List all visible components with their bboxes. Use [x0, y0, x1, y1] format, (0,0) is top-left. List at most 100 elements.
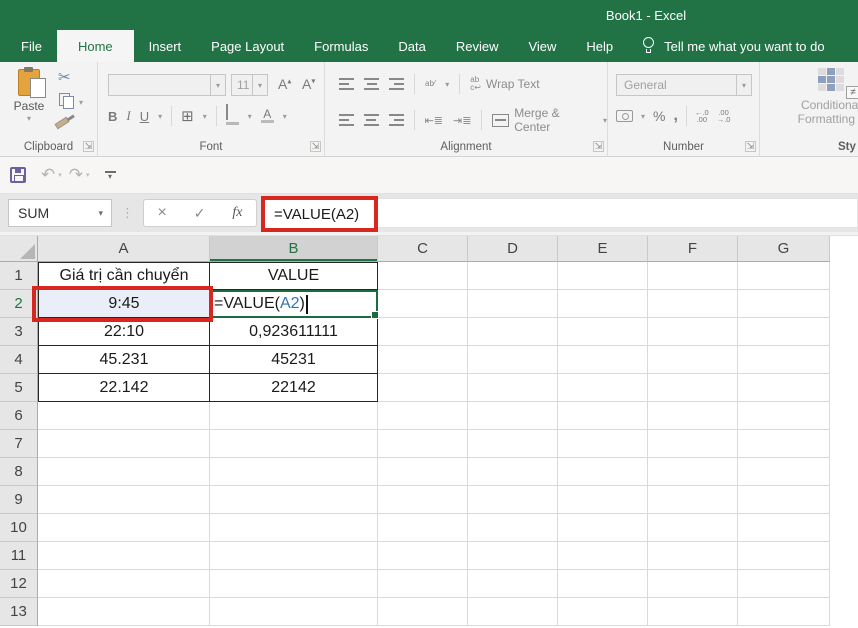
font-color-icon[interactable]: A [261, 109, 274, 123]
cell-F6[interactable] [648, 402, 738, 430]
fill-color-icon[interactable] [226, 107, 239, 125]
cell-A8[interactable] [38, 458, 210, 486]
cell-C5[interactable] [378, 374, 468, 402]
cell-D4[interactable] [468, 346, 558, 374]
cell-A1[interactable]: Giá trị cần chuyển [38, 262, 210, 290]
cell-B13[interactable] [210, 598, 378, 626]
cell-F13[interactable] [648, 598, 738, 626]
row-header-4[interactable]: 4 [0, 346, 38, 374]
align-top-icon[interactable] [339, 78, 354, 90]
cell-C2[interactable] [378, 290, 468, 318]
cell-G2[interactable] [738, 290, 830, 318]
cell-D13[interactable] [468, 598, 558, 626]
decrease-font-size-button[interactable]: A▾ [302, 76, 315, 92]
tab-review[interactable]: Review [441, 30, 514, 62]
cell-C10[interactable] [378, 514, 468, 542]
row-header-7[interactable]: 7 [0, 430, 38, 458]
accounting-format-icon[interactable] [616, 110, 633, 122]
tab-page-layout[interactable]: Page Layout [196, 30, 299, 62]
cell-C11[interactable] [378, 542, 468, 570]
cell-G5[interactable] [738, 374, 830, 402]
cell-C12[interactable] [378, 570, 468, 598]
percent-style-button[interactable]: % [653, 108, 665, 124]
cell-D3[interactable] [468, 318, 558, 346]
format-painter-icon[interactable] [54, 117, 69, 130]
comma-style-button[interactable]: , [673, 112, 677, 120]
cell-B7[interactable] [210, 430, 378, 458]
chevron-down-icon[interactable]: ▾ [445, 80, 449, 89]
cell-F11[interactable] [648, 542, 738, 570]
row-header-12[interactable]: 12 [0, 570, 38, 598]
cell-B2[interactable]: =VALUE(A2) [210, 290, 378, 318]
cell-B10[interactable] [210, 514, 378, 542]
cell-F1[interactable] [648, 262, 738, 290]
cell-A6[interactable] [38, 402, 210, 430]
cell-C3[interactable] [378, 318, 468, 346]
cell-G3[interactable] [738, 318, 830, 346]
cell-C8[interactable] [378, 458, 468, 486]
tab-data[interactable]: Data [383, 30, 440, 62]
cell-F10[interactable] [648, 514, 738, 542]
cell-D5[interactable] [468, 374, 558, 402]
column-header-A[interactable]: A [38, 236, 210, 262]
row-header-6[interactable]: 6 [0, 402, 38, 430]
enter-icon[interactable]: ✓ [194, 205, 206, 222]
chevron-down-icon[interactable]: ▾ [203, 112, 207, 121]
row-header-8[interactable]: 8 [0, 458, 38, 486]
save-icon[interactable] [10, 167, 26, 183]
cell-B11[interactable] [210, 542, 378, 570]
chevron-down-icon[interactable]: ▾ [86, 171, 90, 179]
cell-A9[interactable] [38, 486, 210, 514]
cell-D7[interactable] [468, 430, 558, 458]
cell-E8[interactable] [558, 458, 648, 486]
cell-F4[interactable] [648, 346, 738, 374]
font-dialog-launcher-icon[interactable]: ⇲ [310, 141, 321, 152]
chevron-down-icon[interactable]: ▾ [58, 171, 62, 179]
cell-G12[interactable] [738, 570, 830, 598]
tell-me-box[interactable]: Tell me what you want to do [642, 30, 824, 62]
conditional-formatting-button[interactable]: ≠ Conditional Formatting ▾ [788, 68, 858, 126]
cell-E3[interactable] [558, 318, 648, 346]
cell-E1[interactable] [558, 262, 648, 290]
cell-E6[interactable] [558, 402, 648, 430]
row-header-10[interactable]: 10 [0, 514, 38, 542]
cell-A5[interactable]: 22.142 [38, 374, 210, 402]
tab-view[interactable]: View [513, 30, 571, 62]
cell-E10[interactable] [558, 514, 648, 542]
cell-G1[interactable] [738, 262, 830, 290]
cell-A10[interactable] [38, 514, 210, 542]
cell-A4[interactable]: 45.231 [38, 346, 210, 374]
row-header-9[interactable]: 9 [0, 486, 38, 514]
chevron-down-icon[interactable]: ▾ [252, 75, 267, 95]
cell-E2[interactable] [558, 290, 648, 318]
column-header-F[interactable]: F [648, 236, 738, 262]
cell-E11[interactable] [558, 542, 648, 570]
number-dialog-launcher-icon[interactable]: ⇲ [745, 141, 756, 152]
align-right-icon[interactable] [389, 114, 404, 126]
formula-input[interactable]: =VALUE(A2) [261, 198, 858, 228]
cell-D9[interactable] [468, 486, 558, 514]
align-bottom-icon[interactable] [389, 78, 404, 90]
increase-font-size-button[interactable]: A▴ [278, 76, 291, 92]
cell-A7[interactable] [38, 430, 210, 458]
chevron-down-icon[interactable]: ▾ [248, 112, 252, 121]
cell-A11[interactable] [38, 542, 210, 570]
borders-icon[interactable]: ⊞ [181, 107, 194, 125]
cell-G10[interactable] [738, 514, 830, 542]
cell-A3[interactable]: 22:10 [38, 318, 210, 346]
tab-home[interactable]: Home [57, 30, 134, 62]
cell-F5[interactable] [648, 374, 738, 402]
cell-D1[interactable] [468, 262, 558, 290]
cell-A2[interactable]: 9:45 [38, 290, 210, 318]
cell-B6[interactable] [210, 402, 378, 430]
align-left-icon[interactable] [339, 114, 354, 126]
clipboard-dialog-launcher-icon[interactable]: ⇲ [83, 141, 94, 152]
undo-icon[interactable]: ↶ [41, 167, 55, 183]
name-box[interactable]: SUM ▾ [8, 199, 112, 227]
orientation-icon[interactable]: ab⁄ [425, 80, 435, 88]
decrease-indent-icon[interactable]: ⇤≣ [425, 114, 443, 127]
font-name-combo[interactable]: ▾ [108, 74, 226, 96]
cell-D8[interactable] [468, 458, 558, 486]
row-header-3[interactable]: 3 [0, 318, 38, 346]
cell-B3[interactable]: 0,923611111 [210, 318, 378, 346]
